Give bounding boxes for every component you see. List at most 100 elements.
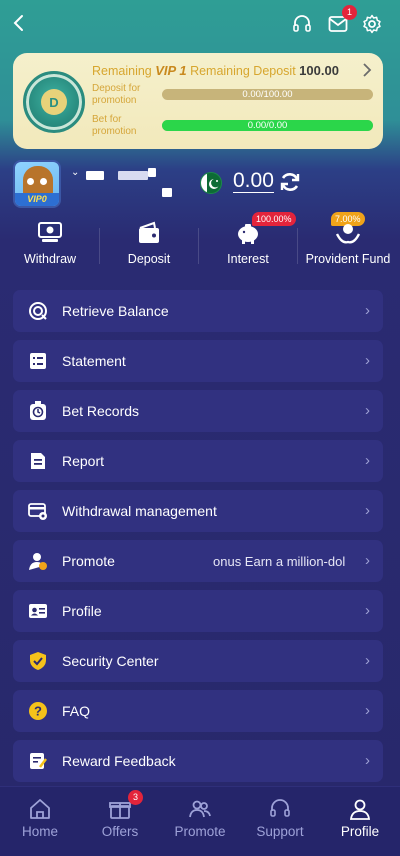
withdraw-button[interactable]: Withdraw: [10, 218, 90, 272]
menu-item-label: FAQ: [62, 703, 91, 719]
deposit-label: Deposit: [127, 252, 171, 266]
menu-item-withdrawal-management[interactable]: Withdrawal management ›: [13, 490, 383, 532]
menu-item-retrieve-balance[interactable]: Retrieve Balance ›: [13, 290, 383, 332]
vip-prefix: Remaining: [92, 64, 152, 78]
menu-item-label: Retrieve Balance: [62, 303, 169, 319]
menu-item-label: Report: [62, 453, 105, 469]
withdraw-label: Withdraw: [23, 252, 77, 266]
vip-remaining-amount: 100.00: [299, 63, 339, 78]
menu-item-profile[interactable]: Profile ›: [13, 590, 383, 632]
chevron-right-icon: ›: [365, 402, 370, 419]
profile-screen: 1 D Remaining VIP 1 Remaining Deposit 10…: [0, 0, 400, 856]
menu-item-label: Bet Records: [62, 403, 140, 419]
mail-badge: 1: [342, 5, 357, 20]
back-button[interactable]: [8, 10, 30, 36]
group-icon: [189, 800, 211, 818]
divider: [297, 228, 298, 264]
vip-header: Remaining VIP 1 Remaining Deposit 100.00: [92, 63, 357, 81]
menu-item-label: Security Center: [62, 653, 159, 669]
promote-marquee-text: onus Earn a million-dol: [213, 554, 346, 569]
avatar[interactable]: VIP0: [13, 160, 61, 208]
bet-progress-bar: 0.00/0.00: [162, 120, 373, 131]
menu-item-label: Profile: [62, 603, 102, 619]
nav-home[interactable]: Home: [0, 787, 80, 847]
feedback-icon: [30, 753, 47, 769]
redacted-username: [118, 171, 148, 180]
chevron-right-icon: ›: [365, 352, 370, 369]
vip-card[interactable]: D Remaining VIP 1 Remaining Deposit 100.…: [13, 53, 383, 149]
bet-promotion-label: Bet for promotion: [92, 114, 137, 137]
stopwatch-icon: [30, 401, 46, 420]
menu-item-label: Reward Feedback: [62, 753, 176, 769]
chevron-right-icon: ›: [365, 552, 370, 569]
headset-icon: [293, 15, 311, 32]
menu-item-label: Withdrawal management: [62, 503, 217, 519]
svg-text:?: ?: [34, 704, 42, 719]
question-icon: ?: [29, 702, 47, 720]
chevron-right-icon: ›: [365, 602, 370, 619]
menu-item-label: Promote: [62, 553, 115, 569]
interest-button[interactable]: 100.00% Interest: [208, 212, 296, 272]
avatar-vip-badge: VIP0: [15, 193, 59, 206]
chevron-right-icon: ›: [365, 752, 370, 769]
deposit-progress-text: 0.00/100.00: [242, 89, 293, 100]
chevron-right-icon: ›: [365, 652, 370, 669]
nav-promote[interactable]: Promote: [160, 787, 240, 847]
card-gear-icon: [28, 503, 47, 520]
headset-icon: [270, 799, 290, 817]
chevron-down-icon[interactable]: ⌄: [71, 167, 79, 178]
mail-button[interactable]: 1: [327, 5, 357, 35]
menu-item-statement[interactable]: Statement ›: [13, 340, 383, 382]
nav-label: Support: [256, 824, 304, 839]
menu-item-reward-feedback[interactable]: Reward Feedback ›: [13, 740, 383, 782]
nav-label: Profile: [340, 824, 380, 839]
chevron-right-icon: ›: [365, 702, 370, 719]
user-promote-icon: [29, 553, 47, 570]
id-card-icon: [29, 604, 47, 618]
redacted-user-id: [162, 188, 172, 197]
quick-actions: Withdraw Deposit 100.00% Interest 7.00% …: [0, 212, 400, 272]
interest-label: Interest: [227, 252, 269, 266]
withdraw-icon: [38, 222, 62, 242]
chevron-right-icon: [363, 63, 372, 77]
refresh-icon: [280, 173, 300, 191]
bottom-nav: Home 3 Offers Promote Support Profile: [0, 786, 400, 856]
nav-label: Home: [21, 824, 58, 839]
refresh-button[interactable]: [278, 170, 302, 194]
pakistan-flag-icon: [200, 172, 222, 194]
profile-summary: VIP0 ⌄ 0.00: [0, 158, 400, 210]
deposit-progress-bar: 0.00/100.00: [162, 89, 373, 100]
support-button[interactable]: [291, 13, 313, 35]
wallet-icon: [139, 221, 159, 243]
settings-button[interactable]: [361, 13, 383, 35]
provident-fund-button[interactable]: 7.00% Provident Fund: [303, 212, 393, 272]
menu-item-label: Statement: [62, 353, 126, 369]
vip-remaining-label: Remaining Deposit: [190, 64, 296, 78]
bet-progress-text: 0.00/0.00: [247, 120, 288, 131]
deposit-button[interactable]: Deposit: [109, 218, 189, 272]
home-icon: [30, 799, 50, 819]
offers-badge: 3: [128, 790, 143, 805]
menu-item-bet-records[interactable]: Bet Records ›: [13, 390, 383, 432]
chevron-left-icon: [13, 15, 23, 31]
nav-offers[interactable]: 3 Offers: [80, 787, 160, 847]
nav-profile[interactable]: Profile: [320, 787, 400, 847]
menu-item-security-center[interactable]: Security Center ›: [13, 640, 383, 682]
wallet-balance: 0.00: [233, 169, 274, 193]
top-bar: 1: [0, 0, 400, 48]
document-list-icon: [30, 353, 46, 369]
menu-item-faq[interactable]: ? FAQ ›: [13, 690, 383, 732]
nav-label: Promote: [174, 824, 226, 839]
chevron-right-icon: ›: [365, 502, 370, 519]
vip-arrow-button[interactable]: [362, 63, 372, 82]
person-icon: [349, 799, 371, 820]
menu-item-promote[interactable]: Promote onus Earn a million-dol ›: [13, 540, 383, 582]
report-icon: [31, 453, 45, 469]
menu-item-report[interactable]: Report ›: [13, 440, 383, 482]
nav-support[interactable]: Support: [240, 787, 320, 847]
piggy-bank-icon: [238, 224, 258, 244]
nav-label: Offers: [101, 824, 139, 839]
divider: [198, 228, 199, 264]
chevron-right-icon: ›: [365, 452, 370, 469]
hands-coin-icon: [335, 224, 361, 244]
